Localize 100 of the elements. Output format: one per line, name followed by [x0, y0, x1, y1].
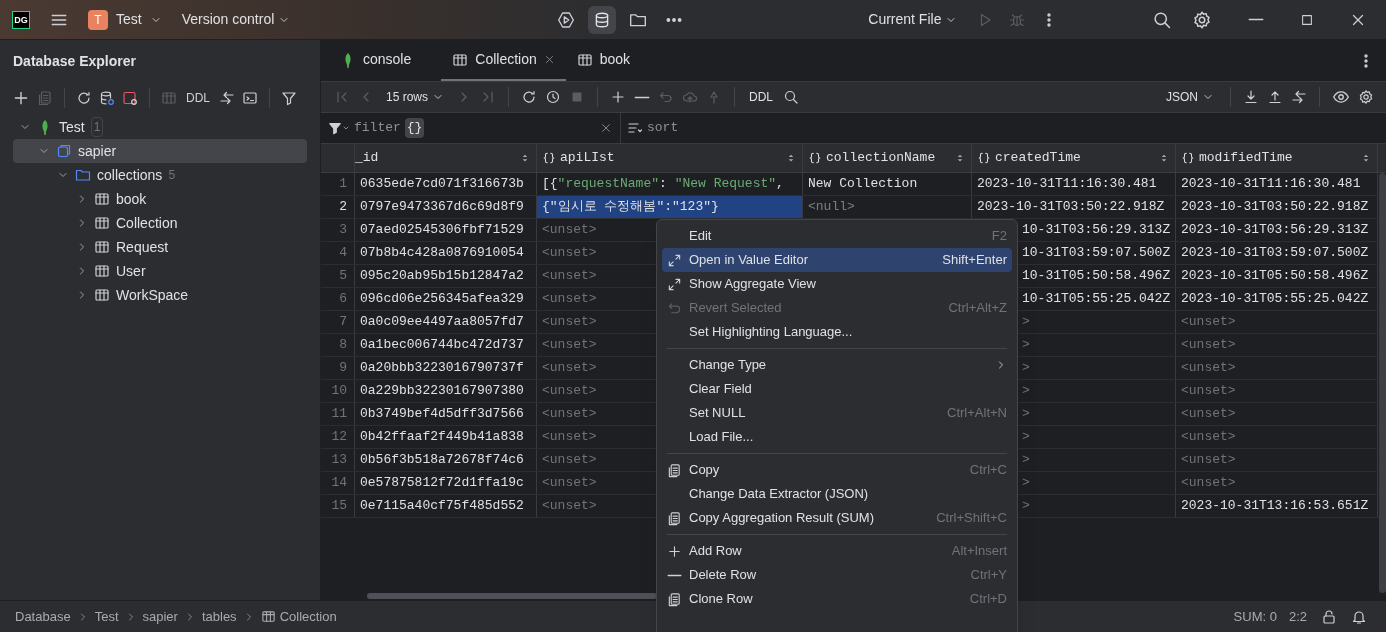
tree-item[interactable]: WorkSpace [13, 283, 307, 307]
table-cell[interactable]: 0b3749bef4d5dff3d7566 [355, 403, 537, 425]
table-icon [94, 215, 110, 231]
maximize-icon[interactable] [1300, 12, 1314, 27]
table-icon [94, 191, 110, 207]
column-header[interactable]: _id [355, 144, 537, 172]
ddl-button[interactable]: DDL [747, 88, 776, 106]
caret-icon [342, 124, 350, 132]
table-cell[interactable]: 0a229bb32230167907380 [355, 380, 537, 402]
sum-indicator[interactable]: SUM: 0 [1233, 606, 1277, 627]
tree-item[interactable]: sapier [13, 139, 307, 163]
tree-item[interactable]: User [13, 259, 307, 283]
breadcrumb[interactable]: sapier [142, 606, 178, 627]
table-cell[interactable]: 095c20ab95b15b12847a2 [355, 265, 537, 287]
search-icon[interactable] [1152, 9, 1172, 30]
table-cell[interactable]: 2023-10-31T03:50:22.918Z [972, 196, 1176, 218]
console-icon[interactable] [242, 89, 258, 106]
database-settings-icon[interactable] [99, 89, 115, 106]
settings-icon[interactable] [1192, 9, 1212, 30]
clear-icon[interactable] [600, 122, 612, 134]
item-count: 5 [168, 167, 176, 184]
sort-icon [627, 120, 643, 136]
table-cell[interactable]: 096cd06e256345afea329 [355, 288, 537, 310]
breadcrumb[interactable]: Test [94, 606, 119, 627]
expand-icon [667, 252, 682, 268]
view-icon[interactable] [1332, 88, 1350, 106]
table-cell[interactable]: 2023-10-31T05:55:25.042Z [1176, 288, 1378, 310]
menu-item[interactable]: Delete Row Ctrl+Y [662, 563, 1012, 587]
close-icon[interactable] [543, 54, 555, 65]
ddl-button[interactable]: DDL [184, 88, 212, 107]
table-icon [94, 287, 110, 303]
column-header[interactable]: modifiedTime [1176, 144, 1378, 172]
cursor-position[interactable]: 2:2 [1288, 606, 1307, 627]
lock-icon[interactable] [1321, 608, 1337, 625]
delete-row-icon[interactable] [634, 95, 651, 99]
table-cell[interactable]: 2023-10-31T11:16:30.481 [1176, 173, 1378, 195]
search-icon[interactable] [783, 89, 800, 105]
menu-item[interactable]: Clone Row Ctrl+D [662, 587, 1012, 611]
sort-field[interactable]: sort [620, 113, 1386, 143]
table-cell[interactable]: 0e7115a40cf75f485d552 [355, 495, 537, 517]
breadcrumb[interactable]: Collection [260, 606, 337, 627]
table-cell[interactable]: <null> [803, 196, 972, 218]
copy-icon [667, 510, 682, 526]
run-icon[interactable] [557, 10, 576, 29]
table-cell[interactable]: 2023-10-31T03:50:22.918Z [1176, 196, 1378, 218]
settings-icon[interactable] [1358, 89, 1374, 105]
menu-item[interactable]: Open in Value Editor Shift+Enter [662, 248, 1012, 272]
app-logo[interactable]: DG [12, 10, 30, 29]
tree-item[interactable]: Request [13, 235, 307, 259]
table-cell[interactable]: New Collection [803, 173, 972, 195]
table-cell[interactable]: 0a20bbb3223016790737f [355, 357, 537, 379]
editor-tab[interactable]: book [565, 40, 642, 81]
vertical-scrollbar[interactable] [1379, 173, 1386, 593]
history-icon[interactable] [545, 89, 562, 105]
notifications-icon[interactable] [1351, 608, 1367, 625]
import-icon[interactable] [1267, 89, 1283, 105]
column-header[interactable]: collectionName [803, 144, 972, 172]
table-cell[interactable]: 07aed02545306fbf71529 [355, 219, 537, 241]
table-cell[interactable]: 2023-10-31T13:16:53.651Z [1176, 495, 1378, 517]
table-cell[interactable]: 0a0c09ee4497aa8057fd7 [355, 311, 537, 333]
tree-item[interactable]: book [13, 187, 307, 211]
table-cell[interactable]: 0a1bec006744bc472d737 [355, 334, 537, 356]
tree-item[interactable]: collections 5 [13, 163, 307, 187]
format-dropdown[interactable]: JSON [1162, 88, 1218, 106]
refresh-icon[interactable] [76, 89, 92, 106]
project-avatar: T [88, 9, 108, 30]
editor-tab[interactable]: console [329, 40, 442, 81]
column-header[interactable]: apiLIst [537, 144, 803, 172]
table-cell[interactable]: 2023-10-31T11:16:30.481 [972, 173, 1176, 195]
tree-item[interactable]: Test 1 [13, 115, 307, 139]
menu-item[interactable]: Add Row Alt+Insert [662, 539, 1012, 563]
table-cell[interactable]: [{"requestName": "New Request", [537, 173, 803, 195]
version-control-selector[interactable]: Version control [177, 5, 295, 34]
braces-icon [977, 151, 991, 165]
table-cell[interactable]: 0e57875812f72d1ffa19c [355, 472, 537, 494]
table-cell[interactable]: 2023-10-31T05:50:58.496Z [1176, 265, 1378, 287]
table-cell[interactable]: 2023-10-31T03:56:29.313Z [1176, 219, 1378, 241]
braces-icon [542, 151, 556, 165]
folder-icon [75, 167, 91, 183]
project-selector[interactable]: T Test [84, 5, 166, 34]
rows-dropdown[interactable]: 15 rows [382, 88, 449, 106]
export-icon[interactable] [1243, 89, 1259, 105]
column-header[interactable]: createdTime [972, 144, 1176, 172]
breadcrumb[interactable]: Database [15, 606, 71, 627]
table-cell[interactable]: {"임시로 수정해봄":"123"} [537, 196, 803, 218]
table-cell[interactable]: 2023-10-31T03:59:07.500Z [1176, 242, 1378, 264]
table-cell[interactable]: 0b42ffaaf2f449b41a838 [355, 426, 537, 448]
table-cell[interactable]: 0635ede7cd071f316673b [355, 173, 537, 195]
breadcrumb[interactable]: tables [201, 606, 237, 627]
refresh-icon[interactable] [521, 89, 538, 105]
table-cell[interactable]: 0b56f3b518a72678f74c6 [355, 449, 537, 471]
filter-field[interactable]: filter {} [321, 113, 620, 143]
filter-icon[interactable] [281, 89, 297, 106]
table-cell[interactable]: 07b8b4c428a0876910054 [355, 242, 537, 264]
database-tool-button[interactable] [588, 5, 617, 34]
run-configuration-selector[interactable]: Current File [864, 5, 962, 34]
minimize-icon[interactable] [1248, 18, 1264, 21]
expand-icon [667, 276, 682, 292]
horizontal-scrollbar[interactable] [367, 593, 657, 599]
tree-item[interactable]: Collection [13, 211, 307, 235]
